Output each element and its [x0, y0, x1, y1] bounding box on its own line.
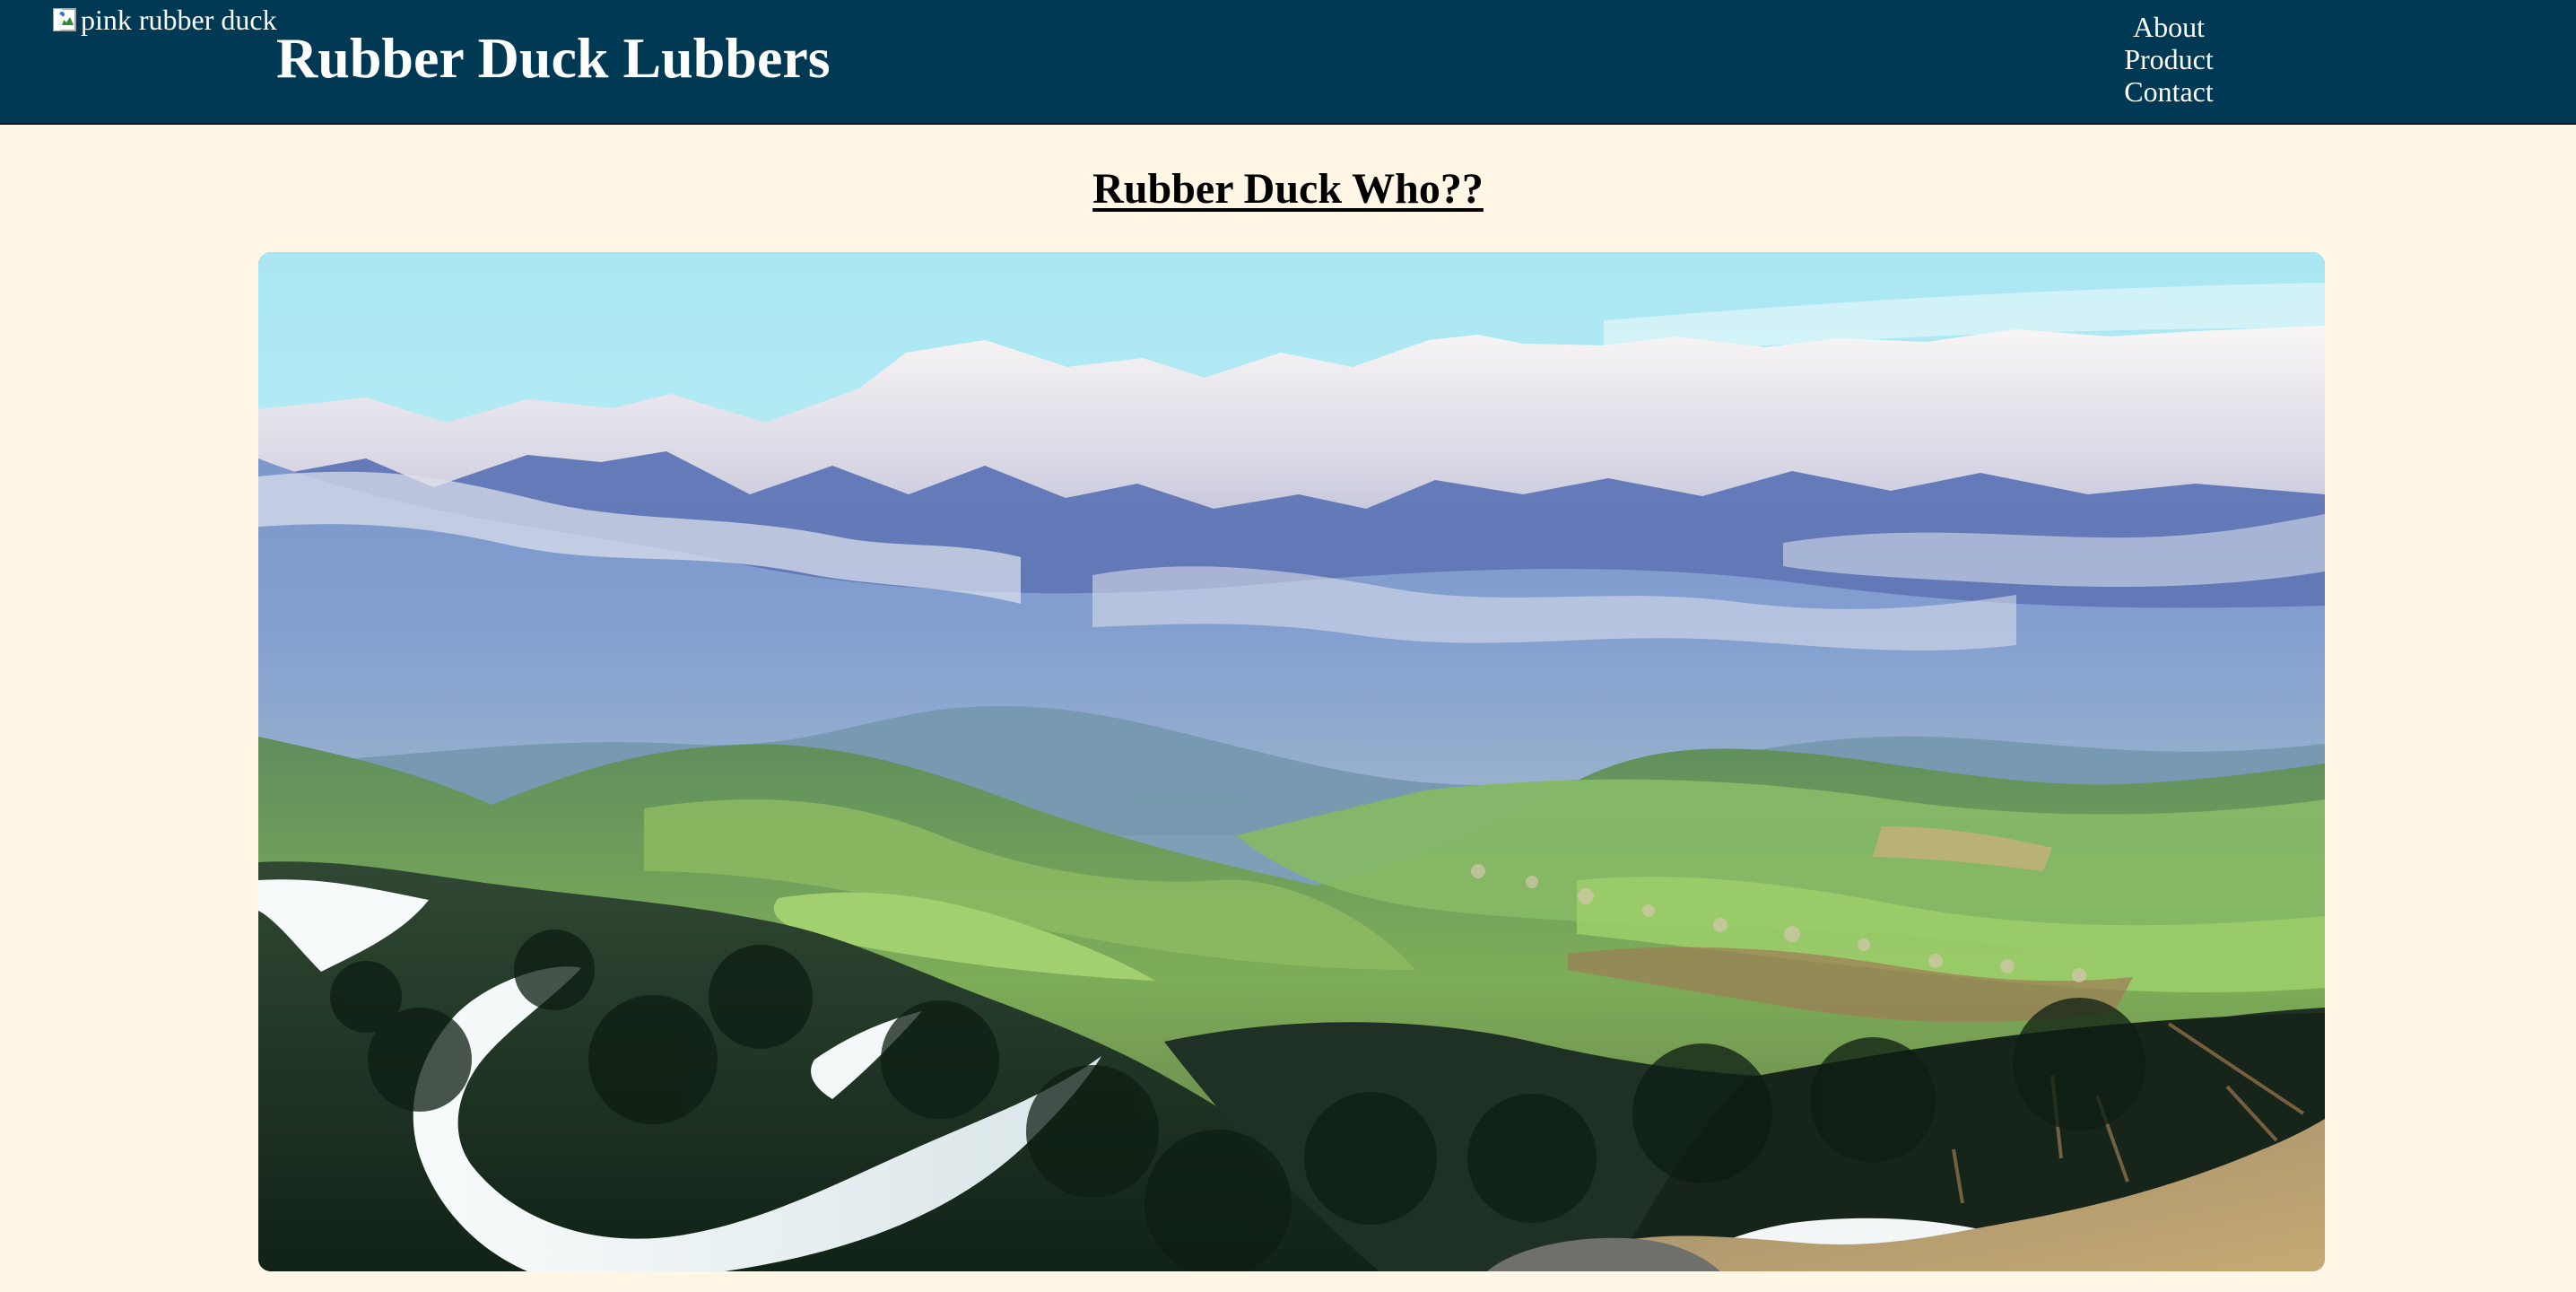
site-header: pink rubber duck Rubber Duck Lubbers Abo… — [0, 0, 2576, 125]
logo-alt-text: pink rubber duck — [81, 4, 277, 36]
nav-link-contact[interactable]: Contact — [2124, 75, 2214, 108]
hero-image — [258, 252, 2325, 1271]
main-navigation: About Product Contact — [2063, 11, 2275, 108]
site-title: Rubber Duck Lubbers — [276, 26, 831, 90]
page: pink rubber duck Rubber Duck Lubbers Abo… — [0, 0, 2576, 1292]
broken-image-icon — [53, 8, 76, 31]
nav-link-product[interactable]: Product — [2124, 43, 2214, 75]
main-content: Rubber Duck Who?? — [0, 125, 2576, 1292]
section-title: Rubber Duck Who?? — [1092, 165, 1484, 213]
logo: pink rubber duck — [52, 5, 277, 34]
nav-link-about[interactable]: About — [2133, 11, 2205, 43]
mountain-landscape-image — [258, 252, 2325, 1271]
